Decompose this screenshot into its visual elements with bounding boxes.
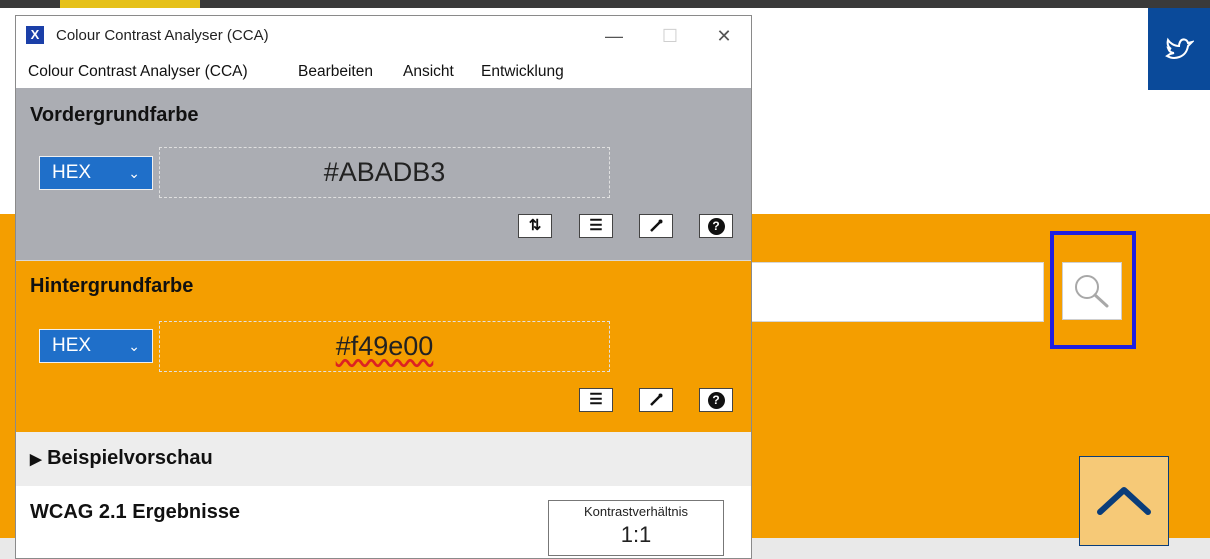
- background-color-value: #f49e00: [335, 331, 434, 361]
- window-title: Colour Contrast Analyser (CCA): [56, 27, 269, 44]
- site-search-input[interactable]: [736, 262, 1044, 322]
- contrast-ratio-value: 1:1: [620, 522, 652, 547]
- results-title: WCAG 2.1 Ergebnisse: [30, 501, 241, 523]
- menu-ansicht[interactable]: Ansicht: [403, 63, 454, 81]
- twitter-icon[interactable]: [1148, 8, 1210, 90]
- search-button-highlight-frame: [1050, 231, 1136, 349]
- results-section: WCAG 2.1 Ergebnisse Kontrastverhältnis 1…: [16, 486, 751, 558]
- eyedropper-icon: [650, 219, 663, 232]
- background-color-input[interactable]: #f49e00: [159, 321, 610, 372]
- menu-bearbeiten[interactable]: Bearbeiten: [298, 63, 373, 81]
- site-top-strip: [0, 0, 1210, 8]
- cca-window: X Colour Contrast Analyser (CCA) — ☐ ✕ C…: [15, 15, 752, 559]
- swap-arrows-icon: ⇅: [528, 217, 542, 234]
- maximize-button[interactable]: ☐: [652, 22, 688, 50]
- help-icon: ?: [707, 391, 725, 409]
- preview-toggle[interactable]: ▶ Beispielvorschau: [16, 432, 751, 486]
- background-section: Hintergrundfarbe HEX ⌄ #f49e00 ☰ ?: [16, 260, 751, 432]
- chevron-down-icon: ⌄: [128, 338, 140, 354]
- preview-label: Beispielvorschau: [47, 447, 213, 469]
- preview-header: ▶ Beispielvorschau: [30, 447, 213, 470]
- background-title: Hintergrundfarbe: [30, 275, 194, 297]
- background-sliders-button[interactable]: ☰: [579, 388, 613, 412]
- sliders-icon: ☰: [589, 217, 603, 234]
- foreground-title: Vordergrundfarbe: [30, 104, 199, 126]
- site-top-image: [60, 0, 200, 8]
- close-button[interactable]: ✕: [706, 22, 742, 50]
- back-to-top-button[interactable]: [1079, 456, 1169, 546]
- background-format-value: HEX: [52, 335, 92, 356]
- window-titlebar[interactable]: X Colour Contrast Analyser (CCA) — ☐ ✕: [16, 16, 751, 56]
- minimize-button[interactable]: —: [596, 22, 632, 50]
- foreground-help-button[interactable]: ?: [699, 214, 733, 238]
- background-help-button[interactable]: ?: [699, 388, 733, 412]
- background-format-select[interactable]: HEX ⌄: [39, 329, 153, 363]
- foreground-sliders-button[interactable]: ☰: [579, 214, 613, 238]
- background-eyedropper-button[interactable]: [639, 388, 673, 412]
- foreground-format-select[interactable]: HEX ⌄: [39, 156, 153, 190]
- contrast-ratio-label: Kontrastverhältnis: [583, 504, 689, 519]
- eyedropper-icon: [650, 393, 663, 406]
- contrast-ratio-box: Kontrastverhältnis 1:1: [548, 500, 724, 556]
- menu-app[interactable]: Colour Contrast Analyser (CCA): [28, 63, 248, 81]
- chevron-up-icon: [1097, 487, 1151, 515]
- caret-right-icon: ▶: [30, 451, 42, 468]
- help-icon: ?: [707, 217, 725, 235]
- menubar: Colour Contrast Analyser (CCA) Bearbeite…: [16, 56, 751, 88]
- foreground-format-value: HEX: [52, 162, 92, 183]
- menu-entwicklung[interactable]: Entwicklung: [481, 63, 564, 81]
- foreground-eyedropper-button[interactable]: [639, 214, 673, 238]
- chevron-down-icon: ⌄: [128, 165, 140, 181]
- app-icon: X: [26, 26, 44, 44]
- foreground-color-input[interactable]: #ABADB3: [159, 147, 610, 198]
- swap-colors-button[interactable]: ⇅: [518, 214, 552, 238]
- foreground-section: Vordergrundfarbe HEX ⌄ #ABADB3 ⇅ ☰ ?: [16, 88, 751, 260]
- sliders-icon: ☰: [589, 391, 603, 408]
